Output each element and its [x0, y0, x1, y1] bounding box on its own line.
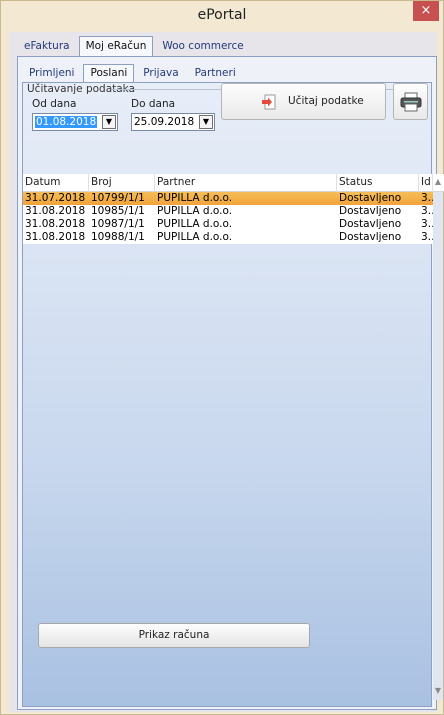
column-header-datum[interactable]: Datum — [23, 174, 89, 192]
cell-broj: 10799/1/1 — [91, 192, 145, 204]
from-date-picker[interactable]: 01.08.2018 ▼ — [32, 113, 118, 131]
tab-efaktura[interactable]: eFaktura — [17, 36, 77, 56]
sub-tabs: Primljeni Poslani Prijava Partneri — [22, 64, 245, 82]
cell-partner: PUPILLA d.o.o. — [157, 192, 233, 204]
tab-primljeni[interactable]: Primljeni — [22, 64, 81, 82]
tab-poslani[interactable]: Poslani — [83, 64, 135, 82]
column-header-broj[interactable]: Broj — [89, 174, 155, 192]
cell-status: Dostavljeno — [339, 218, 402, 230]
chevron-down-icon[interactable]: ▼ — [199, 115, 213, 129]
print-button[interactable] — [393, 83, 428, 120]
printer-icon — [400, 92, 422, 112]
cell-partner: PUPILLA d.o.o. — [157, 218, 233, 230]
table-row[interactable]: 31.07.2018 10799/1/1 PUPILLA d.o.o. Dost… — [23, 192, 443, 205]
cell-id: 3… — [421, 218, 433, 230]
tab-prijava[interactable]: Prijava — [136, 64, 185, 82]
table-row[interactable]: 31.08.2018 10985/1/1 PUPILLA d.o.o. Dost… — [23, 205, 443, 218]
window-title: ePortal — [197, 7, 247, 23]
to-date-value: 25.09.2018 — [134, 116, 195, 128]
close-button[interactable]: × — [413, 1, 439, 21]
grid-scrollbar[interactable]: ▲ ▼ — [433, 177, 443, 700]
column-header-status[interactable]: Status — [337, 174, 419, 192]
arrow-document-icon — [262, 94, 276, 110]
poslani-panel: Učitavanje podataka Od dana 01.08.2018 ▼… — [22, 82, 444, 707]
from-date-label: Od dana — [32, 98, 77, 110]
client-area: eFaktura Moj eRačun Woo commerce Primlje… — [9, 32, 444, 712]
cell-datum: 31.08.2018 — [25, 205, 86, 217]
main-tabs: eFaktura Moj eRačun Woo commerce — [17, 36, 253, 56]
tab-woo-commerce[interactable]: Woo commerce — [155, 36, 250, 56]
cell-partner: PUPILLA d.o.o. — [157, 205, 233, 217]
load-data-button[interactable]: Učitaj podatke — [221, 83, 386, 120]
cell-broj: 10985/1/1 — [91, 205, 145, 217]
app-window: ePortal × eFaktura Moj eRačun Woo commer… — [0, 0, 444, 715]
column-header-partner[interactable]: Partner — [155, 174, 337, 192]
moj-eracun-panel: Primljeni Poslani Prijava Partneri Učita… — [17, 56, 444, 710]
cell-datum: 31.08.2018 — [25, 218, 86, 230]
scroll-up-icon[interactable]: ▲ — [433, 177, 443, 191]
scroll-down-icon[interactable]: ▼ — [433, 686, 443, 700]
cell-status: Dostavljeno — [339, 231, 402, 243]
title-bar[interactable]: ePortal × — [1, 1, 443, 31]
column-header-id[interactable]: Id — [419, 174, 433, 192]
cell-id: 3… — [421, 231, 433, 243]
cell-status: Dostavljeno — [339, 205, 402, 217]
chevron-down-icon[interactable]: ▼ — [102, 115, 116, 129]
to-date-label: Do dana — [131, 98, 176, 110]
to-date-picker[interactable]: 25.09.2018 ▼ — [131, 113, 215, 131]
load-data-label: Učitaj podatke — [288, 95, 364, 107]
from-date-value: 01.08.2018 — [35, 116, 98, 128]
cell-broj: 10988/1/1 — [91, 231, 145, 243]
tab-moj-eracun[interactable]: Moj eRačun — [78, 36, 154, 56]
cell-broj: 10987/1/1 — [91, 218, 145, 230]
tab-partneri[interactable]: Partneri — [188, 64, 243, 82]
cell-datum: 31.07.2018 — [25, 192, 86, 204]
table-row[interactable]: 31.08.2018 10988/1/1 PUPILLA d.o.o. Dost… — [23, 231, 443, 244]
cell-datum: 31.08.2018 — [25, 231, 86, 243]
cell-partner: PUPILLA d.o.o. — [157, 231, 233, 243]
show-invoice-button[interactable]: Prikaz računa — [38, 623, 310, 648]
table-row[interactable]: 31.08.2018 10987/1/1 PUPILLA d.o.o. Dost… — [23, 218, 443, 231]
cell-id: 3… — [421, 205, 433, 217]
cell-status: Dostavljeno — [339, 192, 402, 204]
cell-id: 3… — [421, 192, 433, 204]
grid-header: Datum Broj Partner Status Id — [23, 174, 444, 192]
